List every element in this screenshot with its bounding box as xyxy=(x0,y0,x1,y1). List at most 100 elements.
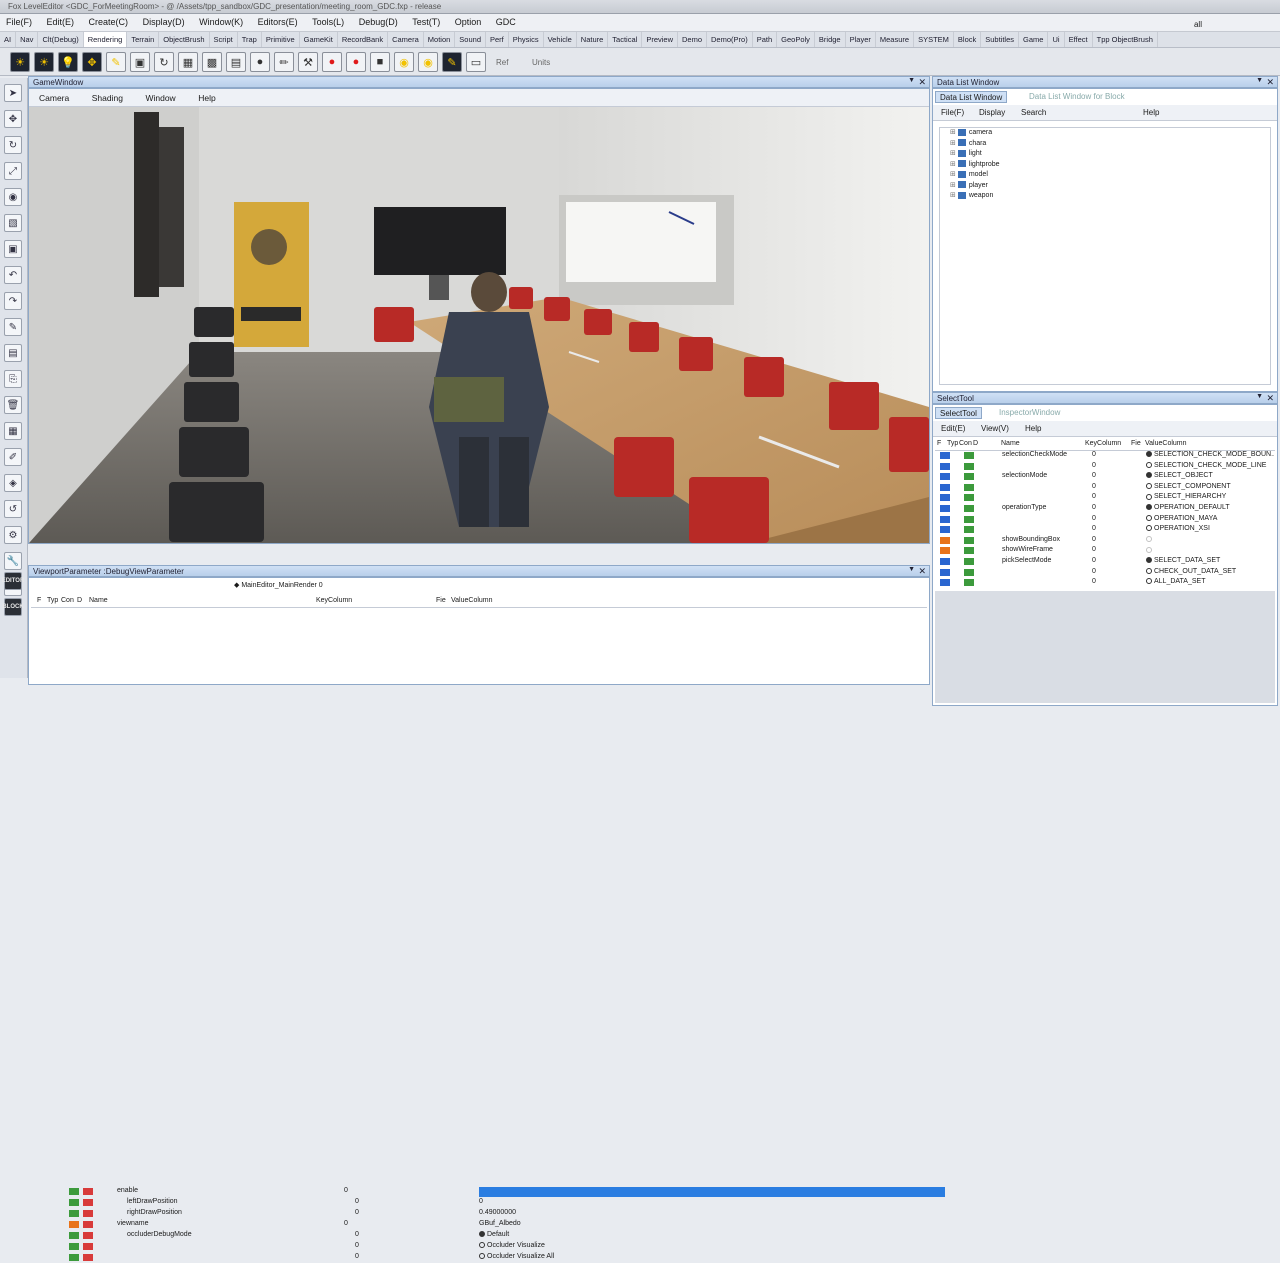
radio-button[interactable] xyxy=(1146,472,1152,479)
tab-inspector[interactable]: InspectorWindow xyxy=(995,407,1064,419)
cube-icon[interactable]: ▣ xyxy=(130,52,150,72)
radio-button[interactable] xyxy=(1146,546,1152,553)
brush-icon[interactable]: ✎ xyxy=(106,52,126,72)
menu-file[interactable]: File(F) xyxy=(0,14,38,27)
expand-icon[interactable]: ⊞ xyxy=(950,129,958,136)
radio-button[interactable] xyxy=(479,1253,485,1260)
tab-gamekit[interactable]: GameKit xyxy=(300,32,338,47)
select-icon[interactable]: ▣ xyxy=(4,240,22,258)
menu-tools[interactable]: Tools(L) xyxy=(306,14,350,27)
settings-icon[interactable]: ⚙ xyxy=(4,526,22,544)
value-cell[interactable]: CHECK_OUT_DATA_SET xyxy=(1146,568,1274,575)
column-header[interactable]: Fie xyxy=(1131,440,1141,447)
value-cell[interactable]: OPERATION_DEFAULT xyxy=(1146,504,1274,511)
data-list-menu-search[interactable]: Search xyxy=(1021,108,1046,117)
radio-button[interactable] xyxy=(479,1242,485,1249)
value-cell[interactable]: 0 xyxy=(479,1198,945,1208)
menu-option[interactable]: Option xyxy=(449,14,488,27)
tree-node-light[interactable]: ⊞ light xyxy=(950,149,982,157)
menu-display[interactable]: Display(D) xyxy=(137,14,191,27)
expand-icon[interactable]: ⊞ xyxy=(950,161,958,168)
table-row[interactable]: 0 Occluder Visualize xyxy=(67,1242,947,1252)
column-header[interactable]: ValueColumn xyxy=(1145,440,1187,447)
value-cell[interactable]: SELECT_HIERARCHY xyxy=(1146,493,1274,500)
table-row[interactable]: operationType 0 OPERATION_DEFAULT xyxy=(936,504,1276,514)
tab-physics[interactable]: Physics xyxy=(509,32,544,47)
toolbar-label-0[interactable]: Ref xyxy=(496,58,508,67)
undo-icon[interactable]: ↶ xyxy=(4,266,22,284)
column-header[interactable]: Con xyxy=(959,440,972,447)
tab-data-list-block[interactable]: Data List Window for Block xyxy=(1025,91,1129,103)
value-cell[interactable]: OPERATION_XSI xyxy=(1146,525,1274,532)
tree-node-lightprobe[interactable]: ⊞ lightprobe xyxy=(950,160,1000,168)
tab-nav[interactable]: Nav xyxy=(16,32,39,47)
column-header[interactable]: F xyxy=(37,597,41,604)
value-cell[interactable]: Occluder Visualize All xyxy=(479,1253,945,1263)
tab-effect[interactable]: Effect xyxy=(1065,32,1093,47)
refresh-icon[interactable]: ↻ xyxy=(154,52,174,72)
layer-icon[interactable]: ▤ xyxy=(4,344,22,362)
tree-node-weapon[interactable]: ⊞ weapon xyxy=(950,191,993,199)
value-cell[interactable]: ALL_DATA_SET xyxy=(1146,578,1274,585)
tab-rendering[interactable]: Rendering xyxy=(83,32,128,47)
move-icon[interactable]: ✥ xyxy=(82,52,102,72)
table-row[interactable]: rightDrawPosition 0 0.49000000 xyxy=(67,1209,947,1219)
table-row[interactable]: selectionCheckMode 0 SELECTION_CHECK_MODE_… xyxy=(936,451,1276,461)
table-row[interactable]: 0 SELECT_HIERARCHY xyxy=(936,493,1276,503)
value-cell[interactable]: SELECTION_CHECK_MODE_LINE xyxy=(1146,462,1274,469)
close-icon[interactable]: ✕ xyxy=(1266,393,1274,404)
grid3-icon[interactable]: ▤ xyxy=(226,52,246,72)
table-row[interactable]: showBoundingBox 0 xyxy=(936,536,1276,546)
radio-button[interactable] xyxy=(479,1231,485,1238)
tab-ai[interactable]: AI xyxy=(0,32,17,47)
select-menu-help[interactable]: Help xyxy=(1025,424,1041,433)
grid-icon[interactable]: ▦ xyxy=(178,52,198,72)
table-row[interactable]: viewname 0 GBuf_Albedo xyxy=(67,1220,947,1230)
tool-icon[interactable]: ⚒ xyxy=(298,52,318,72)
menu-debug[interactable]: Debug(D) xyxy=(353,14,404,27)
close-icon[interactable]: ✕ xyxy=(918,77,926,88)
tab-script[interactable]: Script xyxy=(210,32,238,47)
tab-system[interactable]: SYSTEM xyxy=(914,32,954,47)
value-cell[interactable]: OPERATION_MAYA xyxy=(1146,515,1274,522)
tab-objectbrush[interactable]: ObjectBrush xyxy=(159,32,210,47)
camera-icon[interactable]: ◉ xyxy=(394,52,414,72)
value-cell[interactable]: Occluder Visualize xyxy=(479,1242,945,1252)
tree-node-chara[interactable]: ⊞ chara xyxy=(950,139,986,147)
close-icon[interactable]: ✕ xyxy=(1266,77,1274,88)
menubar-right-label[interactable]: all xyxy=(1188,17,1208,29)
value-cell[interactable] xyxy=(1146,535,1274,543)
tab-measure[interactable]: Measure xyxy=(876,32,915,47)
value-cell[interactable]: SELECT_OBJECT xyxy=(1146,472,1274,479)
tab-terrain[interactable]: Terrain xyxy=(127,32,160,47)
radio-button[interactable] xyxy=(1146,514,1152,521)
menu-create[interactable]: Create(C) xyxy=(83,14,135,27)
sun-icon[interactable]: ☀ xyxy=(34,52,54,72)
select-menu-edit[interactable]: Edit(E) xyxy=(941,424,965,433)
expand-icon[interactable]: ⊞ xyxy=(950,171,958,178)
tab-primitive[interactable]: Primitive xyxy=(262,32,300,47)
column-header[interactable]: Typ xyxy=(47,597,58,604)
column-header[interactable]: KeyColumn xyxy=(1085,440,1121,447)
sphere-icon[interactable]: ● xyxy=(250,52,270,72)
game-menu-shading[interactable]: Shading xyxy=(82,89,133,103)
close-icon[interactable]: ✕ xyxy=(918,566,926,577)
radio-button[interactable] xyxy=(1146,504,1152,511)
tab-tactical[interactable]: Tactical xyxy=(608,32,643,47)
column-header[interactable]: Name xyxy=(1001,440,1020,447)
tree-node-player[interactable]: ⊞ player xyxy=(950,181,988,189)
radio-button[interactable] xyxy=(1146,535,1152,542)
table-row[interactable]: showWireFrame 0 xyxy=(936,546,1276,556)
tab-block[interactable]: Block xyxy=(954,32,982,47)
menu-edit[interactable]: Edit(E) xyxy=(41,14,81,27)
select-menu-view[interactable]: View(V) xyxy=(981,424,1009,433)
menu-editors[interactable]: Editors(E) xyxy=(252,14,304,27)
table-row[interactable]: 0 OPERATION_MAYA xyxy=(936,515,1276,525)
expand-icon[interactable]: ⊞ xyxy=(950,150,958,157)
record-icon[interactable]: ● xyxy=(322,52,342,72)
game-menu-window[interactable]: Window xyxy=(135,89,185,103)
tab-perf[interactable]: Perf xyxy=(486,32,509,47)
tab-geopoly[interactable]: GeoPoly xyxy=(777,32,815,47)
tab-player[interactable]: Player xyxy=(846,32,876,47)
tree-node-camera[interactable]: ⊞ camera xyxy=(950,128,992,136)
